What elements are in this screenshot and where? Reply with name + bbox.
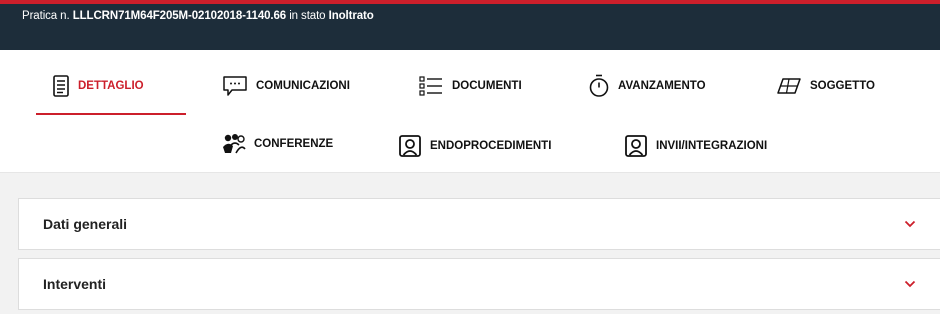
tab-soggetto-label: SOGGETTO <box>810 80 875 92</box>
accordion-dati-generali[interactable]: Dati generali <box>18 198 940 250</box>
accordion-interventi[interactable]: Interventi <box>18 258 940 310</box>
status-bar: Pratica n. LLLCRN71M64F205M-02102018-114… <box>0 0 940 50</box>
pratica-status-line: Pratica n. LLLCRN71M64F205M-02102018-114… <box>22 10 374 22</box>
pratica-number: LLLCRN71M64F205M-02102018-1140.66 <box>72 10 287 22</box>
tab-comunicazioni[interactable]: COMUNICAZIONI <box>222 74 350 98</box>
panel-title: Interventi <box>43 276 107 292</box>
tab-documenti[interactable]: DOCUMENTI <box>418 74 522 98</box>
chevron-down-icon[interactable] <box>904 277 916 295</box>
chat-bubble-icon <box>222 75 248 97</box>
chevron-down-icon[interactable] <box>904 217 916 235</box>
tab-dettaglio[interactable]: DETTAGLIO <box>52 74 144 98</box>
parallelogram-icon <box>776 76 802 96</box>
stopwatch-icon <box>588 74 610 98</box>
tab-documenti-label: DOCUMENTI <box>452 80 522 92</box>
document-list-icon <box>52 75 70 97</box>
people-group-icon <box>222 133 246 155</box>
contact-card-icon <box>398 134 422 158</box>
tab-dettaglio-label: DETTAGLIO <box>78 80 144 92</box>
accent-stripe <box>0 0 940 4</box>
contact-card-icon <box>624 134 648 158</box>
tab-endoprocedimenti-label: ENDOPROCEDIMENTI <box>430 140 552 152</box>
tab-avanzamento-label: AVANZAMENTO <box>618 80 706 92</box>
active-tab-indicator <box>36 113 186 115</box>
panel-title: Dati generali <box>43 216 128 232</box>
tab-conferenze[interactable]: CONFERENZE <box>222 132 333 156</box>
status-prefix: in stato <box>289 10 326 22</box>
tab-soggetto[interactable]: SOGGETTO <box>776 74 875 98</box>
tab-invii-integrazioni[interactable]: INVII/INTEGRAZIONI <box>624 134 767 158</box>
pratica-prefix: Pratica n. <box>22 10 70 22</box>
list-icon <box>418 75 444 97</box>
tab-invii-integrazioni-label: INVII/INTEGRAZIONI <box>656 140 768 152</box>
tab-avanzamento[interactable]: AVANZAMENTO <box>588 74 706 98</box>
tab-comunicazioni-label: COMUNICAZIONI <box>256 80 350 92</box>
content-area: Dati generali Interventi <box>0 172 940 314</box>
tab-endoprocedimenti[interactable]: ENDOPROCEDIMENTI <box>398 134 551 158</box>
tab-conferenze-label: CONFERENZE <box>254 138 334 150</box>
pratica-state: Inoltrato <box>328 10 374 22</box>
